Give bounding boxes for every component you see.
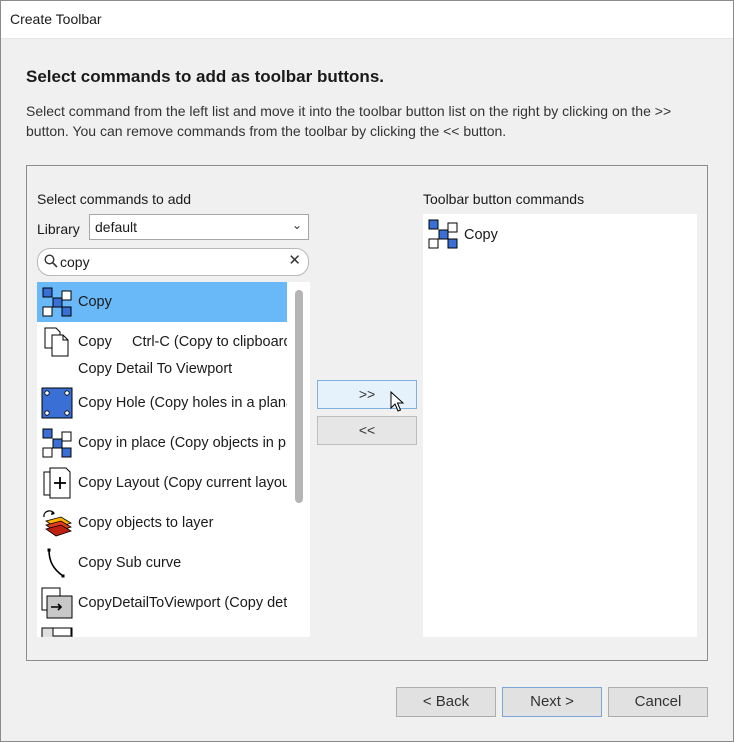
right-panel-label: Toolbar button commands: [423, 191, 585, 207]
window-title: Create Toolbar: [10, 11, 102, 27]
title-bar: Create Toolbar: [0, 0, 734, 39]
copy-objects-icon: [41, 286, 73, 318]
next-button[interactable]: Next >: [502, 687, 602, 717]
list-item[interactable]: Copy in place (Copy objects in place): [37, 423, 287, 463]
remove-command-button[interactable]: <<: [317, 416, 417, 445]
list-item-label: Copy Detail To Viewport: [78, 361, 233, 377]
list-item[interactable]: Copy Layout (Copy current layout): [37, 463, 287, 503]
cancel-button[interactable]: Cancel: [608, 687, 708, 717]
list-item-label: Copy objects to layer: [78, 515, 214, 531]
library-label: Library: [37, 221, 80, 237]
list-item[interactable]: Copy objects to layer: [37, 503, 287, 543]
library-value: default: [95, 219, 138, 235]
command-list[interactable]: Copy Copy Ctrl-C (Copy to clipboard) Cop…: [37, 282, 310, 637]
back-button[interactable]: < Back: [396, 687, 496, 717]
left-panel-label: Select commands to add: [37, 191, 192, 207]
list-item-label: Copy: [78, 334, 112, 350]
search-icon: [44, 254, 58, 273]
library-dropdown[interactable]: default ⌄: [89, 214, 309, 240]
list-item[interactable]: Copy: [37, 282, 287, 322]
chevron-down-icon: ⌄: [291, 218, 302, 232]
command-picker-group: Select commands to add Library default ⌄…: [26, 165, 708, 661]
layout-icon: [41, 627, 73, 637]
page-description: Select command from the left list and mo…: [26, 103, 672, 139]
list-item-label: Copy Hole (Copy holes in a planar surfac…: [78, 395, 287, 411]
copy-to-layer-icon: [41, 507, 73, 539]
search-value: copy: [60, 254, 90, 270]
list-item[interactable]: CopyDetailToViewport (Copy detail to vie…: [37, 583, 287, 623]
copy-hole-icon: [41, 387, 73, 419]
copy-in-place-icon: [41, 427, 73, 459]
list-item[interactable]: Copy Hole (Copy holes in a planar surfac…: [37, 383, 287, 423]
list-item[interactable]: [37, 623, 287, 637]
list-item-shortcut: Ctrl-C (Copy to clipboard): [132, 334, 287, 350]
list-item-label: Copy: [464, 227, 498, 243]
mouse-cursor-icon: [390, 390, 405, 418]
list-item[interactable]: Copy Detail To Viewport: [37, 353, 287, 383]
page-heading: Select commands to add as toolbar button…: [26, 67, 384, 86]
toolbar-command-list[interactable]: Copy: [423, 214, 697, 637]
list-item-label: CopyDetailToViewport (Copy detail to vie…: [78, 595, 287, 611]
clear-search-icon[interactable]: ✕: [288, 253, 301, 269]
search-input[interactable]: copy ✕: [37, 248, 309, 276]
copy-layout-icon: [41, 467, 73, 499]
sub-curve-icon: [41, 547, 73, 579]
list-item-label: Copy: [78, 294, 112, 310]
list-item-label: Copy Sub curve: [78, 555, 182, 571]
list-item-label: Copy in place (Copy objects in place): [78, 435, 287, 451]
copy-objects-icon: [427, 218, 459, 250]
list-item[interactable]: Copy Sub curve: [37, 543, 287, 583]
list-scrollbar[interactable]: [295, 290, 303, 503]
detail-to-viewport-icon: [41, 587, 73, 619]
list-item-label: Copy Layout (Copy current layout): [78, 475, 287, 491]
